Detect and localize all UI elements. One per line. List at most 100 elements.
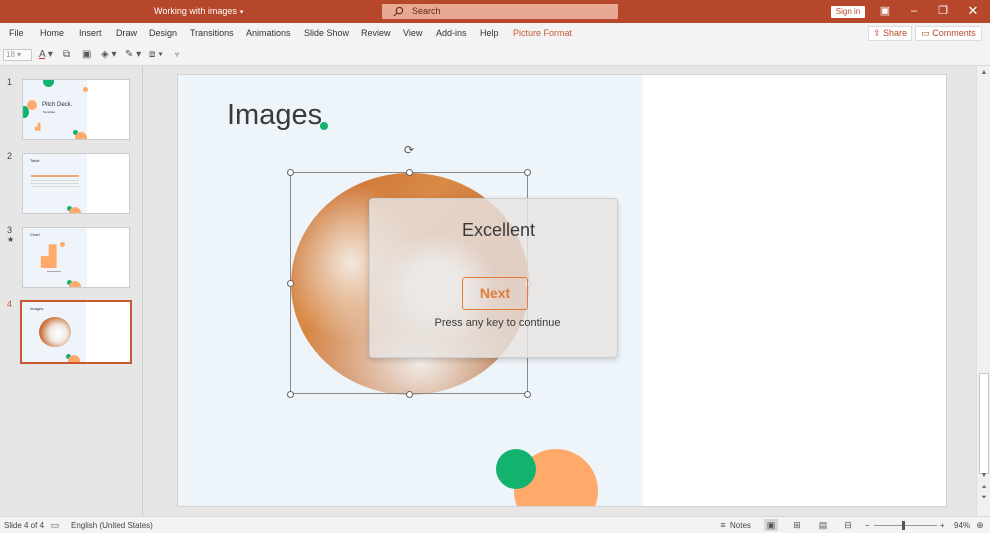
slide-thumbnail-2[interactable]: Table. (22, 153, 130, 214)
comments-label: Comments (932, 28, 976, 38)
tab-animations[interactable]: Animations (246, 28, 291, 38)
chart-icon: ▟ (35, 124, 41, 131)
zoom-in-icon[interactable]: + (940, 521, 945, 530)
thumbnail-subtitle: Template (43, 110, 56, 114)
thumbnail-number: 3 (7, 225, 13, 235)
normal-view-icon[interactable]: ▣ (764, 519, 778, 531)
shapes-icon[interactable]: ⧉ (63, 48, 70, 62)
customize-toolbar-icon[interactable]: ▿ (175, 48, 179, 62)
comment-icon: ▭ (921, 28, 930, 38)
comments-button[interactable]: ▭ Comments (915, 26, 982, 41)
scroll-up-icon[interactable]: ▲ (979, 69, 989, 76)
tab-help[interactable]: Help (480, 28, 499, 38)
search-placeholder: Search (412, 6, 441, 16)
tab-home[interactable]: Home (40, 28, 64, 38)
share-icon: ⇪ (872, 28, 881, 38)
orange-dot (83, 87, 88, 92)
fox-image-thumb (39, 317, 71, 347)
overlay-hint: Press any key to continue (434, 317, 561, 329)
next-slide-icon[interactable]: ⏷ (979, 494, 989, 502)
resize-handle-top-left[interactable] (287, 169, 294, 176)
resize-handle-bottom-right[interactable] (524, 391, 531, 398)
text-box-icon[interactable]: ▣ (82, 48, 91, 62)
animation-star-icon: ★ (7, 235, 15, 244)
tab-file[interactable]: File (9, 28, 24, 38)
vertical-scrollbar[interactable]: ▲ ▼ ⏶ ⏷ (976, 66, 990, 516)
resize-handle-bottom-left[interactable] (287, 391, 294, 398)
zoom-out-icon[interactable]: − (865, 521, 870, 530)
font-size-select[interactable]: 18 ▾ (3, 49, 32, 61)
font-color-icon[interactable]: A ▾ (39, 48, 53, 62)
title-green-dot (320, 122, 328, 130)
thumbnail-number: 1 (7, 77, 13, 87)
zoom-slider-knob[interactable] (902, 521, 905, 530)
close-icon[interactable]: ✕ (965, 4, 981, 18)
chevron-down-icon: ▾ (239, 9, 244, 16)
reading-view-icon[interactable]: ▤ (816, 519, 830, 531)
orange-dot (68, 355, 80, 362)
decorative-green-circle[interactable] (496, 449, 536, 489)
thumbnail-title: Pitch Deck. (42, 102, 73, 108)
notes-button[interactable]: Notes (730, 521, 751, 530)
tab-review[interactable]: Review (361, 28, 391, 38)
rotate-handle-icon[interactable]: ⟳ (402, 143, 416, 157)
restore-icon[interactable]: ❐ (935, 4, 951, 18)
resize-handle-left[interactable] (287, 280, 294, 287)
minimize-icon[interactable]: – (906, 4, 922, 18)
tab-design[interactable]: Design (149, 28, 177, 38)
document-title[interactable]: Working with images ▾ (154, 6, 243, 16)
thumbnail-number: 4 (7, 299, 13, 309)
scroll-thumb[interactable] (979, 373, 989, 474)
thumbnail-number: 2 (7, 151, 13, 161)
document-title-text: Working with images (154, 6, 237, 16)
tab-add-ins[interactable]: Add-ins (436, 28, 467, 38)
resize-handle-top-right[interactable] (524, 169, 531, 176)
shape-fill-icon[interactable]: ◈ ▾ (101, 48, 117, 62)
share-button[interactable]: ⇪ Share (868, 26, 912, 41)
spelling-check-icon[interactable]: ▭ (48, 519, 62, 531)
tab-transitions[interactable]: Transitions (190, 28, 234, 38)
resize-handle-bottom[interactable] (406, 391, 413, 398)
slide-counter: Slide 4 of 4 (4, 521, 45, 530)
thumbnail-title: Table. (30, 158, 41, 163)
slide-thumbnail-3[interactable]: Chart. ▟ (22, 227, 130, 288)
ribbon-tabs: File Home Insert Draw Design Transitions… (0, 23, 990, 44)
slide-sorter-icon[interactable]: ⊞ (790, 519, 804, 531)
tab-draw[interactable]: Draw (116, 28, 137, 38)
tab-picture-format[interactable]: Picture Format (513, 28, 572, 38)
next-button[interactable]: Next (462, 277, 528, 310)
title-bar: Working with images ▾ Search Sign in ▣ – … (0, 0, 990, 23)
slide-thumbnail-1[interactable]: Pitch Deck. Template ▟ (22, 79, 130, 140)
search-icon (393, 6, 404, 17)
tab-slide-show[interactable]: Slide Show (304, 28, 349, 38)
ribbon-display-options-icon[interactable]: ▣ (877, 4, 893, 18)
tab-insert[interactable]: Insert (79, 28, 102, 38)
search-input[interactable]: Search (382, 4, 618, 19)
tab-view[interactable]: View (403, 28, 422, 38)
chart-caption (47, 271, 61, 272)
status-bar: Slide 4 of 4 ▭ English (United States) ≡… (0, 516, 990, 533)
orange-dot (69, 207, 81, 213)
language-status[interactable]: English (United States) (71, 521, 153, 530)
arrange-icon[interactable]: ⧈ ▾ (149, 48, 163, 62)
scroll-down-icon[interactable]: ▼ (979, 472, 989, 479)
thumbnail-title: Images. (30, 306, 45, 311)
notes-icon[interactable]: ≡ (716, 519, 730, 531)
zoom-slider[interactable] (874, 525, 937, 526)
thumbnail-title: Chart. (30, 232, 41, 237)
overlay-title: Excellent (461, 220, 536, 240)
previous-slide-icon[interactable]: ⏶ (979, 484, 989, 492)
resize-handle-top[interactable] (406, 169, 413, 176)
slide-show-icon[interactable]: ⊟ (841, 519, 855, 531)
shape-outline-icon[interactable]: ✎ ▾ (125, 48, 141, 62)
sign-in-button[interactable]: Sign in (831, 6, 865, 18)
fit-slide-icon[interactable]: ⊕ (973, 519, 987, 531)
zoom-level[interactable]: 94% (954, 521, 970, 530)
slide-title[interactable]: Images (227, 99, 322, 132)
orange-dot (60, 242, 65, 247)
table-rows (31, 180, 79, 188)
slide-thumbnail-4[interactable]: Images. (20, 300, 132, 364)
bar-chart-icon: ▟ (41, 246, 57, 268)
orange-dot (69, 281, 81, 287)
orange-dot (75, 132, 87, 139)
